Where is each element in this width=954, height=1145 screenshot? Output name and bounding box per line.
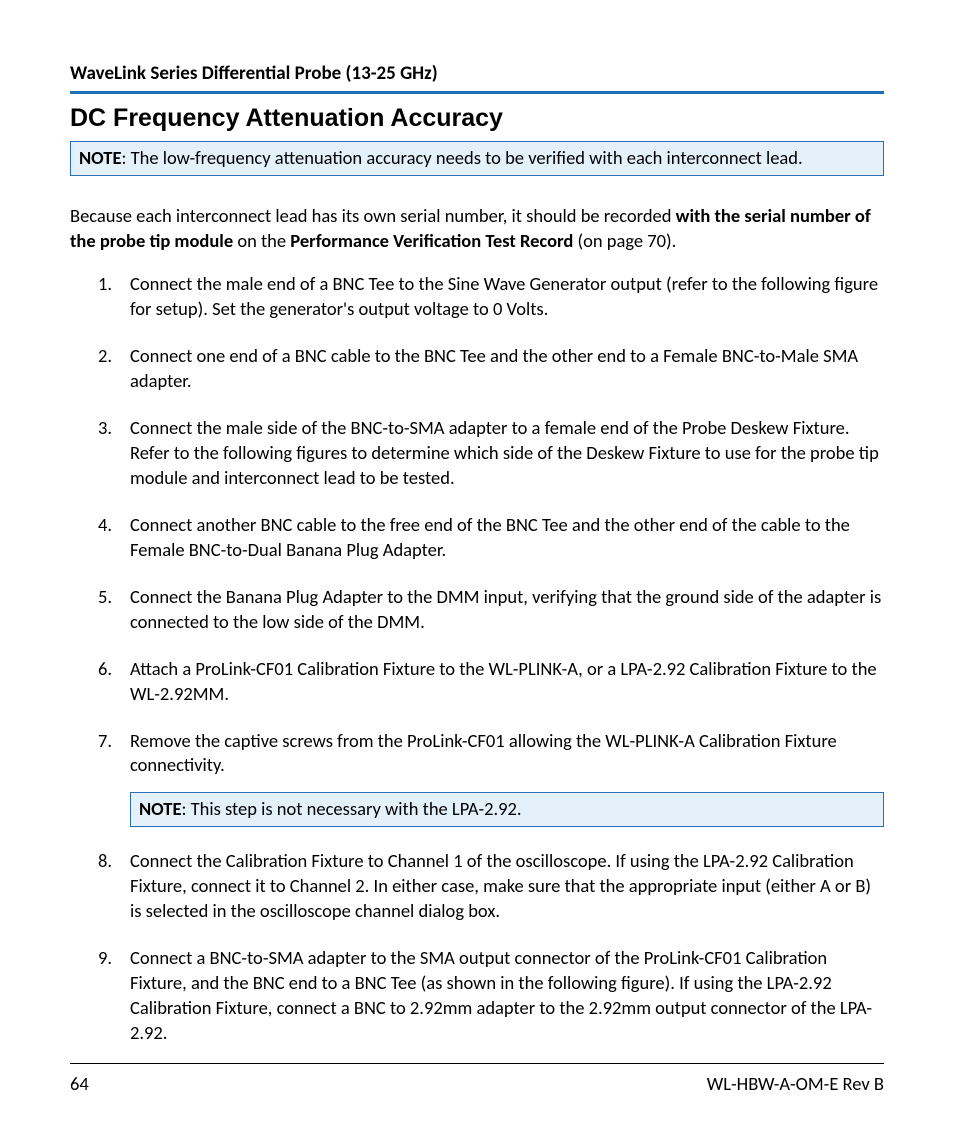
note-box-step7: NOTE: This step is not necessary with th… <box>130 792 884 827</box>
note-label: NOTE <box>139 797 181 820</box>
step-2: 2. Connect one end of a BNC cable to the… <box>98 344 884 394</box>
step-text: Connect a BNC-to-SMA adapter to the SMA … <box>130 946 872 1044</box>
step-8: 8. Connect the Calibration Fixture to Ch… <box>98 849 884 924</box>
step-text: Connect the Calibration Fixture to Chann… <box>130 849 871 922</box>
intro-pre: Because each interconnect lead has its o… <box>70 204 676 227</box>
intro-paragraph: Because each interconnect lead has its o… <box>70 204 884 254</box>
step-6: 6. Attach a ProLink-CF01 Calibration Fix… <box>98 657 884 707</box>
step-9: 9. Connect a BNC-to-SMA adapter to the S… <box>98 946 884 1046</box>
intro-post: (on page 70). <box>573 229 676 252</box>
step-text: Remove the captive screws from the ProLi… <box>130 729 837 777</box>
note-text: : The low-frequency attenuation accuracy… <box>121 146 802 169</box>
steps-list: 1. Connect the male end of a BNC Tee to … <box>98 272 884 1046</box>
page-number: 64 <box>70 1072 89 1095</box>
note-box-top: NOTE: The low-frequency attenuation accu… <box>70 141 884 176</box>
step-number: 2. <box>98 344 112 369</box>
step-text: Connect the Banana Plug Adapter to the D… <box>130 585 881 633</box>
step-number: 9. <box>98 946 112 971</box>
step-text: Connect the male side of the BNC-to-SMA … <box>130 416 879 489</box>
step-text: Connect the male end of a BNC Tee to the… <box>130 272 878 320</box>
section-title: DC Frequency Attenuation Accuracy <box>70 104 884 133</box>
step-number: 7. <box>98 729 112 754</box>
step-number: 1. <box>98 272 112 297</box>
step-number: 4. <box>98 513 112 538</box>
step-number: 3. <box>98 416 112 441</box>
step-7: 7. Remove the captive screws from the Pr… <box>98 729 884 828</box>
step-text: Connect another BNC cable to the free en… <box>130 513 850 561</box>
document-id: WL-HBW-A-OM-E Rev B <box>707 1072 884 1095</box>
page-footer: 64 WL-HBW-A-OM-E Rev B <box>70 1063 884 1095</box>
step-text: Connect one end of a BNC cable to the BN… <box>130 344 858 392</box>
step-text: Attach a ProLink-CF01 Calibration Fixtur… <box>130 657 877 705</box>
step-4: 4. Connect another BNC cable to the free… <box>98 513 884 563</box>
running-header: WaveLink Series Differential Probe (13-2… <box>70 62 884 94</box>
step-number: 5. <box>98 585 112 610</box>
step-5: 5. Connect the Banana Plug Adapter to th… <box>98 585 884 635</box>
step-3: 3. Connect the male side of the BNC-to-S… <box>98 416 884 491</box>
intro-mid: on the <box>233 229 290 252</box>
step-number: 8. <box>98 849 112 874</box>
note-text: : This step is not necessary with the LP… <box>181 797 521 820</box>
step-1: 1. Connect the male end of a BNC Tee to … <box>98 272 884 322</box>
document-page: WaveLink Series Differential Probe (13-2… <box>0 0 954 1145</box>
intro-bold2: Performance Verification Test Record <box>290 229 573 252</box>
step-number: 6. <box>98 657 112 682</box>
note-label: NOTE <box>79 146 121 169</box>
